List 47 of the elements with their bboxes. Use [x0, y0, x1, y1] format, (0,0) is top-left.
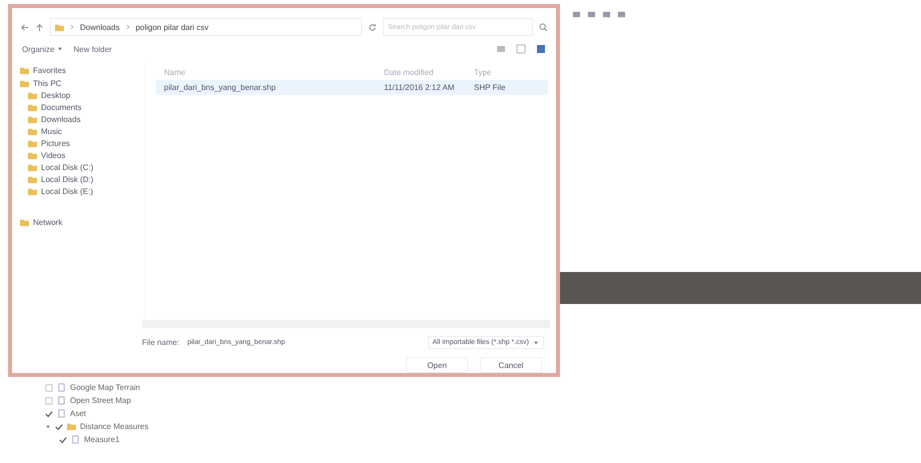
field-label: File name: [142, 338, 180, 347]
breadcrumb-item[interactable]: Downloads [80, 22, 120, 32]
sidebar-item[interactable]: Desktop [28, 91, 145, 100]
refresh-icon[interactable] [368, 22, 377, 32]
file-row[interactable]: pilar_dari_bns_yang_benar.shp 11/11/2016 2:12 AM SHP File [156, 80, 548, 95]
caret-icon [57, 46, 64, 52]
sidebar-item[interactable]: Local Disk (C:) [28, 163, 145, 172]
sidebar-item[interactable]: Network [20, 218, 145, 227]
caret-icon [533, 340, 539, 346]
folder-icon [67, 422, 76, 431]
search-icon[interactable] [539, 22, 548, 32]
layer-name: Distance Measures [80, 422, 148, 431]
sidebar-item[interactable]: This PC [20, 79, 145, 88]
table-cell-text: pilar_dari_bns_yang_benar.shp [163, 83, 277, 92]
back-icon[interactable] [20, 22, 29, 32]
toolbar-button[interactable]: New folder [73, 44, 112, 54]
dialog-button[interactable]: Cancel [480, 357, 542, 373]
layer-name: Open Street Map [70, 396, 131, 405]
up-icon[interactable] [35, 22, 44, 32]
layer-name: Measure1 [84, 435, 120, 444]
sidebar-item[interactable]: Local Disk (E:) [28, 187, 145, 196]
folder-icon [20, 218, 29, 227]
sidebar-item[interactable]: Downloads [28, 115, 145, 124]
sidebar-item[interactable]: Local Disk (D:) [28, 175, 145, 184]
layer-icon [71, 435, 80, 444]
chevron-icon [124, 23, 131, 31]
table-cell-text: SHP File [474, 83, 506, 92]
sidebar-item[interactable]: Favorites [20, 66, 145, 75]
sidebar-item[interactable]: Pictures [28, 139, 145, 148]
layer-name: Aset [70, 409, 86, 418]
checkbox[interactable] [45, 396, 53, 404]
sidebar-item[interactable]: Videos [28, 151, 145, 160]
checkbox[interactable] [55, 422, 63, 430]
sidebar-item[interactable]: Documents [28, 103, 145, 112]
folder-icon [55, 22, 64, 32]
chevron-icon [69, 23, 75, 31]
table-cell-text: 11/11/2016 2:12 AM [384, 83, 456, 92]
dialog-button[interactable]: Open [406, 357, 468, 373]
address-bar[interactable]: Downloads poligon pilar dari csv [50, 18, 362, 36]
sidebar-item[interactable]: Music [28, 127, 145, 136]
view-icon[interactable] [496, 44, 506, 54]
toolbar-button[interactable]: Organize [22, 44, 64, 54]
layer-name: Google Map Terrain [70, 383, 140, 392]
checkbox[interactable] [45, 410, 53, 418]
checkbox[interactable] [59, 436, 67, 444]
checkbox[interactable] [45, 384, 53, 392]
breadcrumb-item[interactable]: poligon pilar dari csv [136, 22, 209, 32]
